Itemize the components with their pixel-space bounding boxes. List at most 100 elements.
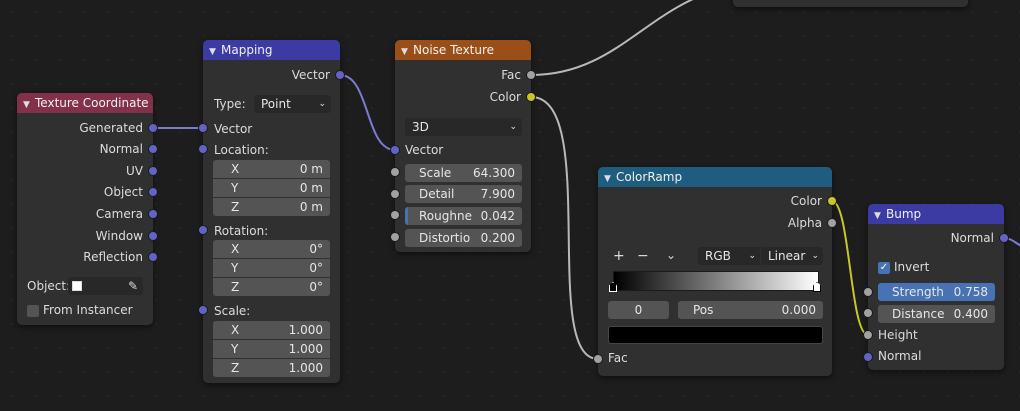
output-color-label: Color <box>790 194 822 208</box>
add-stop-button[interactable]: + <box>613 248 625 264</box>
socket-bump-strength-in[interactable] <box>863 287 873 297</box>
output-object-label: Object <box>103 185 143 199</box>
socket-noise-roughness-in[interactable] <box>390 210 400 220</box>
scale-label: Scale: <box>214 304 251 318</box>
socket-noise-fac-out[interactable] <box>526 70 536 80</box>
socket-normal[interactable] <box>148 144 158 154</box>
stop-color-swatch[interactable] <box>608 326 823 344</box>
type-dropdown[interactable]: Point ⌄ <box>254 95 331 113</box>
socket-mapping-rotation[interactable] <box>198 225 208 235</box>
color-ramp-gradient[interactable] <box>613 271 819 291</box>
node-header[interactable]: ▼ Texture Coordinate <box>17 93 153 113</box>
node-colorramp[interactable]: ▼ ColorRamp Color Alpha + − ⌄ RGB ⌄ Linea… <box>598 167 832 376</box>
socket-mapping-scale[interactable] <box>198 305 208 315</box>
socket-noise-vector-in[interactable] <box>390 145 400 155</box>
socket-ramp-alpha-out[interactable] <box>827 218 837 228</box>
invert-label: Invert <box>894 260 930 274</box>
socket-bump-distance-in[interactable] <box>863 308 873 318</box>
rotation-y-field[interactable]: Y 0° <box>213 259 330 277</box>
interpolation-value: Linear <box>768 249 806 263</box>
socket-window[interactable] <box>148 231 158 241</box>
node-noise-texture[interactable]: ▼ Noise Texture Fac Color 3D ⌄ Vector Sca… <box>395 40 531 252</box>
input-vector-label: Vector <box>405 143 444 157</box>
field-value: 1.000 <box>288 323 323 337</box>
socket-noise-detail-in[interactable] <box>390 189 400 199</box>
socket-noise-color-out[interactable] <box>526 92 536 102</box>
rotation-z-field[interactable]: Z 0° <box>213 278 330 296</box>
pos-label: Pos <box>693 303 714 317</box>
field-value: 7.900 <box>480 187 515 201</box>
socket-uv[interactable] <box>148 166 158 176</box>
output-vector-label: Vector <box>291 68 330 82</box>
socket-noise-scale-in[interactable] <box>390 167 400 177</box>
scale-x-field[interactable]: X 1.000 <box>213 321 330 339</box>
field-value: 0 m <box>299 200 323 214</box>
output-color-label: Color <box>489 90 521 104</box>
stop-position-field[interactable]: Pos 0.000 <box>678 301 823 319</box>
scale-y-field[interactable]: Y 1.000 <box>213 340 330 358</box>
stop-index-field[interactable]: 0 <box>608 301 669 319</box>
collapse-chevron-icon[interactable]: ▼ <box>401 42 413 60</box>
from-instancer-label: From Instancer <box>43 303 133 317</box>
remove-stop-button[interactable]: − <box>637 248 649 264</box>
node-bump[interactable]: ▼ Bump Normal ✓ Invert Strength 0.758 Dis… <box>868 204 1004 370</box>
scale-field[interactable]: Scale 64.300 <box>405 164 522 182</box>
socket-mapping-vector-out[interactable] <box>335 70 345 80</box>
object-picker-field[interactable]: ✎ <box>68 277 143 295</box>
socket-ramp-fac-in[interactable] <box>593 354 603 364</box>
socket-bump-height-in[interactable] <box>863 330 873 340</box>
socket-ramp-color-out[interactable] <box>827 196 837 206</box>
field-value: 0° <box>309 280 323 294</box>
collapse-chevron-icon[interactable]: ▼ <box>23 95 35 113</box>
location-y-field[interactable]: Y 0 m <box>213 179 330 197</box>
socket-noise-distortion-in[interactable] <box>390 232 400 242</box>
output-reflection-label: Reflection <box>83 250 143 264</box>
node-header[interactable]: ▼ Bump <box>868 204 1004 224</box>
socket-generated[interactable] <box>148 123 158 133</box>
location-label: Location: <box>214 143 269 157</box>
node-title: Texture Coordinate <box>35 96 149 110</box>
axis-label: Z <box>231 200 240 214</box>
chevron-down-icon[interactable]: ⌄ <box>666 248 676 262</box>
offscreen-node[interactable] <box>733 0 968 7</box>
distance-field[interactable]: Distance 0.400 <box>878 305 995 323</box>
detail-field[interactable]: Detail 7.900 <box>405 185 522 203</box>
node-header[interactable]: ▼ Mapping <box>203 40 340 60</box>
dimensions-dropdown[interactable]: 3D ⌄ <box>405 118 522 136</box>
socket-object[interactable] <box>148 187 158 197</box>
scale-z-field[interactable]: Z 1.000 <box>213 359 330 377</box>
node-texture-coordinate[interactable]: ▼ Texture Coordinate Generated Normal UV … <box>17 93 153 325</box>
color-mode-dropdown[interactable]: RGB ⌄ <box>698 247 760 265</box>
node-header[interactable]: ▼ Noise Texture <box>395 40 531 60</box>
interpolation-dropdown[interactable]: Linear ⌄ <box>761 247 823 265</box>
socket-mapping-location[interactable] <box>198 144 208 154</box>
socket-mapping-vector-in[interactable] <box>198 123 208 133</box>
socket-reflection[interactable] <box>148 252 158 262</box>
location-z-field[interactable]: Z 0 m <box>213 198 330 216</box>
collapse-chevron-icon[interactable]: ▼ <box>604 169 616 187</box>
location-x-field[interactable]: X 0 m <box>213 160 330 178</box>
input-normal-label: Normal <box>878 349 922 363</box>
node-mapping[interactable]: ▼ Mapping Vector Type: Point ⌄ Vector Loc… <box>203 40 340 383</box>
input-vector-label: Vector <box>214 122 253 136</box>
eyedropper-icon[interactable]: ✎ <box>128 277 138 295</box>
socket-camera[interactable] <box>148 209 158 219</box>
collapse-chevron-icon[interactable]: ▼ <box>209 42 221 60</box>
invert-checkbox[interactable]: ✓ <box>878 262 890 274</box>
node-header[interactable]: ▼ ColorRamp <box>598 167 832 187</box>
strength-field[interactable]: Strength 0.758 <box>878 283 995 301</box>
field-value: 1.000 <box>288 361 323 375</box>
link-mapping-vector-to-noise-vector <box>339 74 396 151</box>
field-label: Distortio <box>419 231 471 245</box>
rotation-x-field[interactable]: X 0° <box>213 240 330 258</box>
roughness-field[interactable]: Roughne 0.042 <box>405 207 522 225</box>
chevron-down-icon: ⌄ <box>509 122 517 132</box>
from-instancer-checkbox[interactable] <box>27 305 39 317</box>
field-value: 0 m <box>299 162 323 176</box>
collapse-chevron-icon[interactable]: ▼ <box>874 206 886 224</box>
distortion-field[interactable]: Distortio 0.200 <box>405 229 522 247</box>
input-fac-label: Fac <box>608 351 628 365</box>
socket-bump-normal-out[interactable] <box>999 233 1009 243</box>
dimensions-value: 3D <box>412 120 429 134</box>
socket-bump-normal-in[interactable] <box>863 352 873 362</box>
